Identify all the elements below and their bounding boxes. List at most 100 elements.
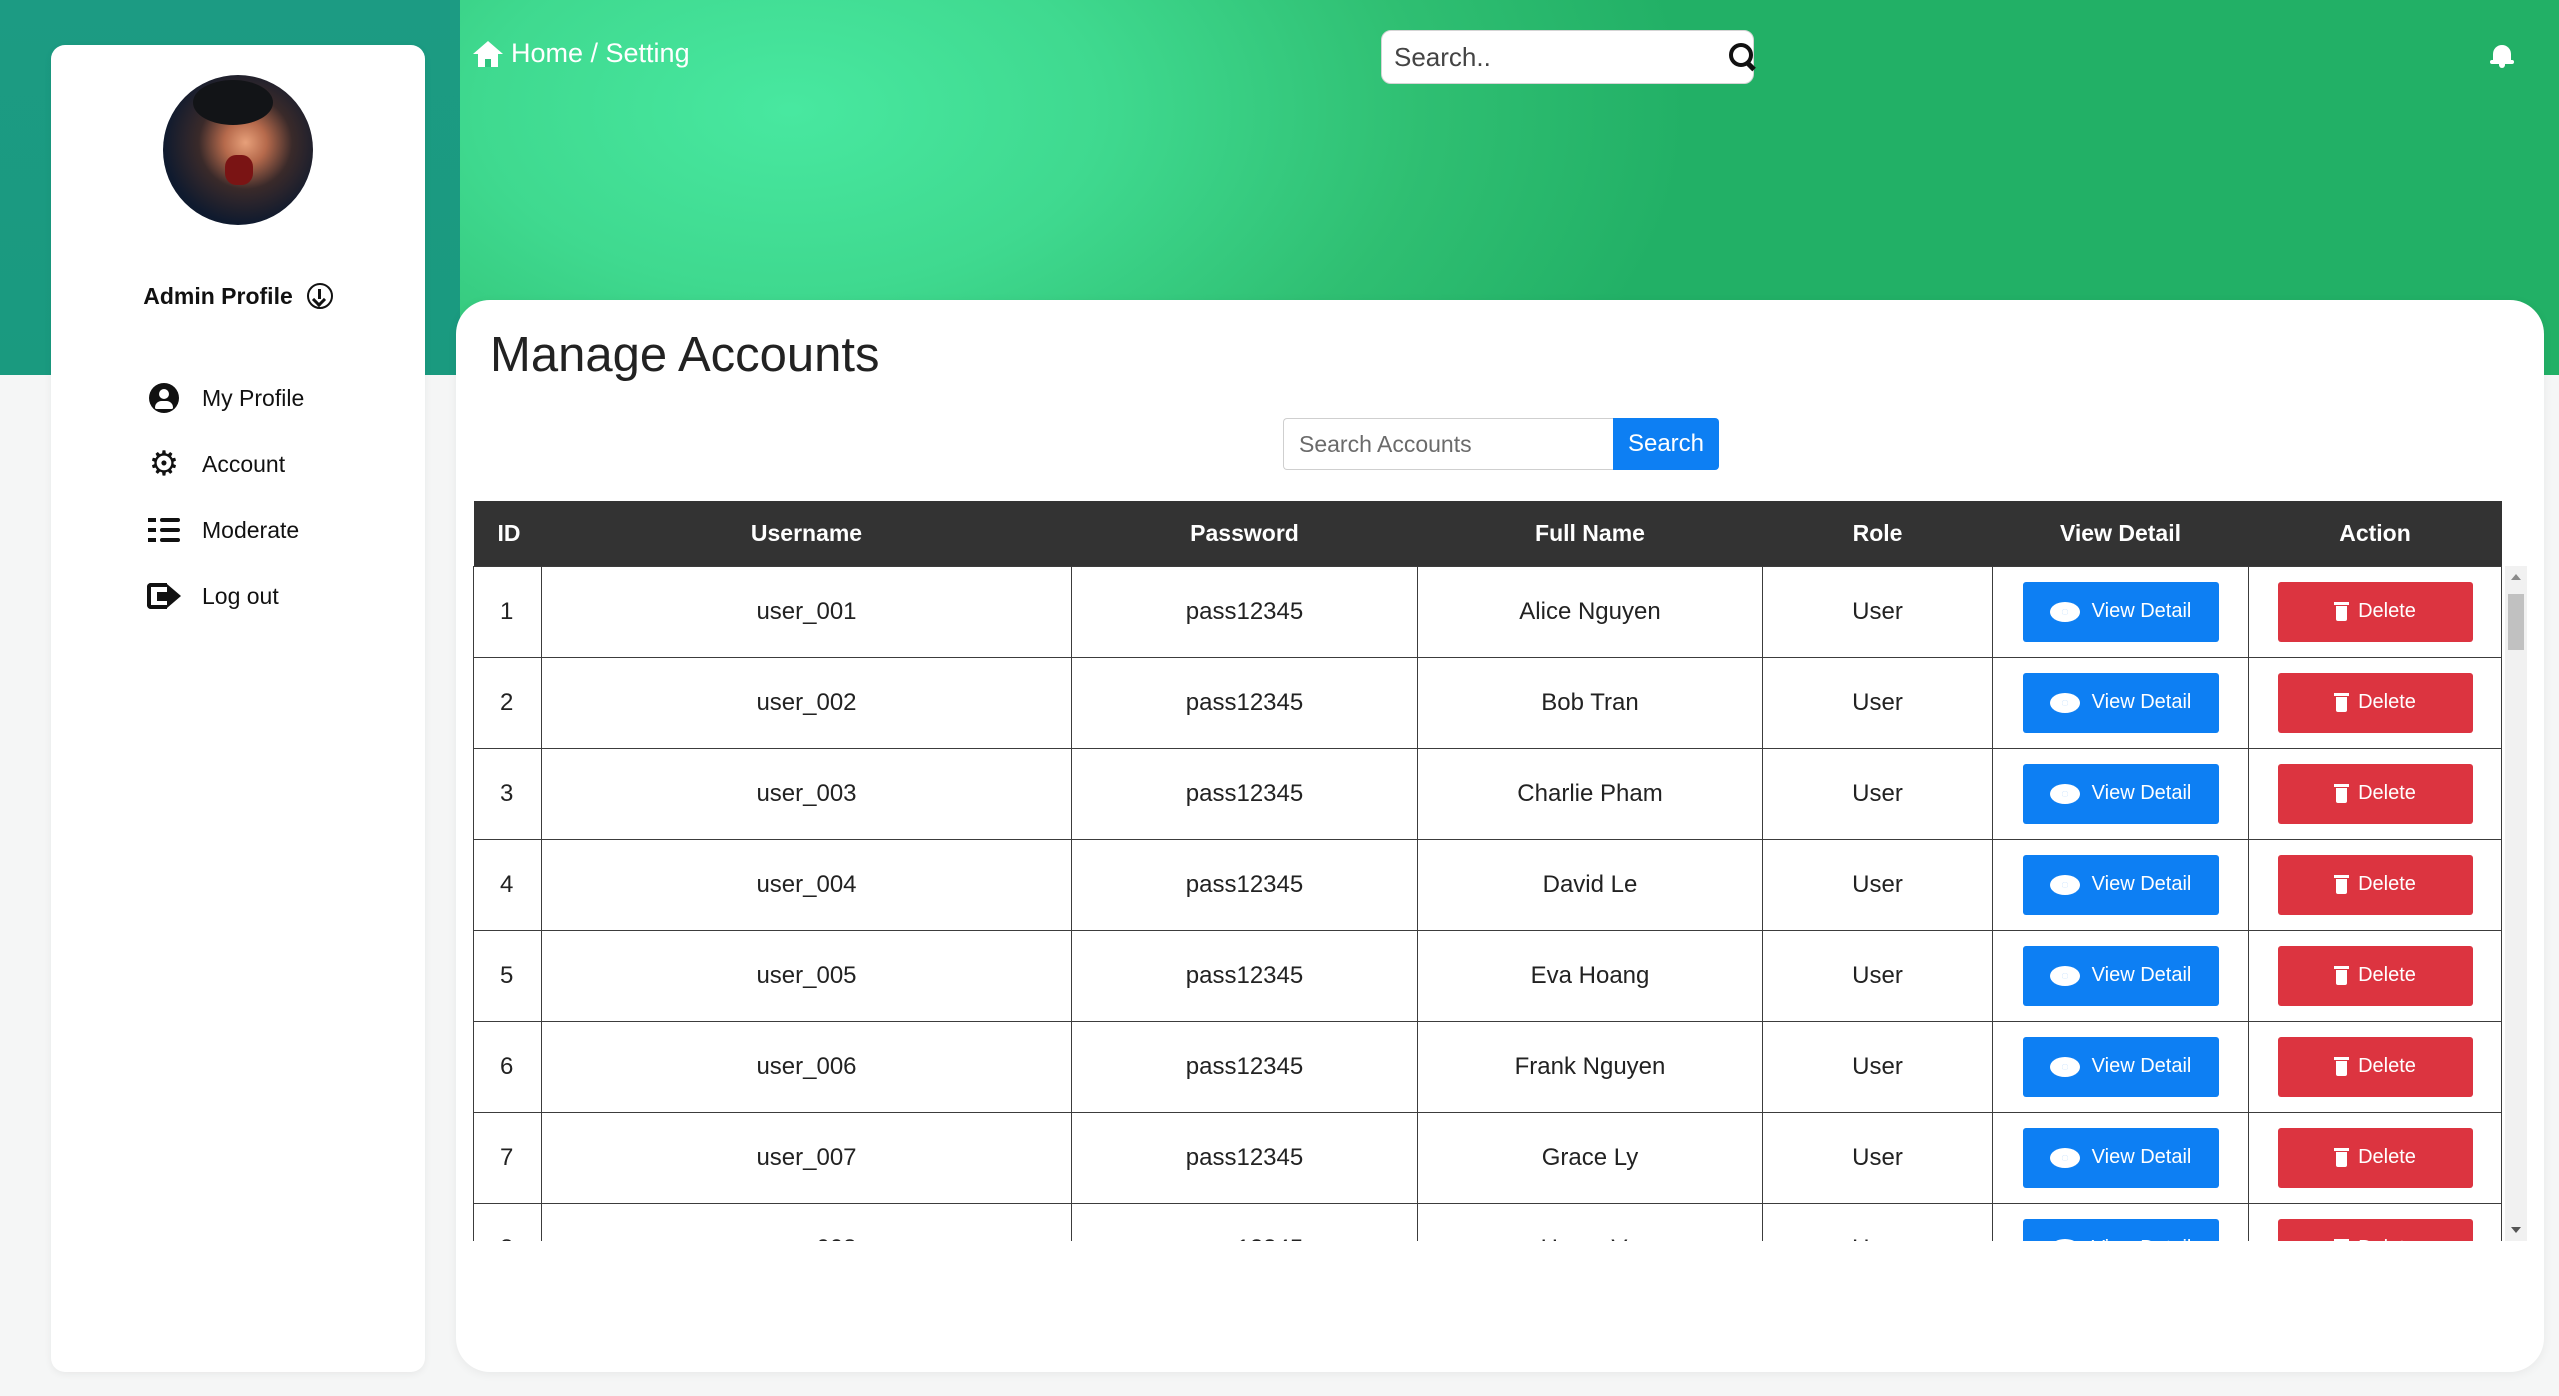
arrow-down-circle-icon[interactable] [306, 283, 333, 309]
delete-label: Delete [2358, 873, 2416, 895]
cell-action: Delete [2248, 747, 2502, 840]
cell-full-name: Eva Hoang [1417, 929, 1763, 1022]
sidebar-item-label: Account [202, 450, 286, 477]
table-row: 2 user_002 pass12345 Bob Tran User View Detai… [473, 656, 2502, 749]
view-detail-button[interactable]: View Detail [2022, 672, 2219, 733]
delete-label: Delete [2358, 1055, 2416, 1077]
cell-username: user_008 [541, 1202, 1072, 1241]
top-search-input[interactable] [1394, 41, 1729, 73]
sidebar-item-my-profile[interactable]: My Profile [146, 365, 304, 431]
delete-button[interactable]: Delete [2277, 581, 2473, 642]
breadcrumb-text[interactable]: Home / Setting [511, 38, 690, 69]
cell-username: user_001 [541, 565, 1072, 658]
logout-icon [146, 578, 182, 614]
view-detail-label: View Detail [2091, 964, 2192, 986]
cell-view-detail: View Detail [1992, 656, 2249, 749]
cell-password: pass12345 [1071, 929, 1418, 1022]
cell-username: user_003 [541, 747, 1072, 840]
search-icon[interactable] [1729, 43, 1753, 71]
breadcrumb: Home / Setting [473, 38, 690, 69]
cell-username: user_004 [541, 838, 1072, 931]
avatar[interactable] [163, 75, 313, 225]
trash-icon [2334, 1239, 2350, 1241]
view-detail-button[interactable]: View Detail [2022, 581, 2219, 642]
account-search-button[interactable]: Search [1613, 418, 1719, 470]
delete-label: Delete [2358, 691, 2416, 713]
trash-icon [2334, 693, 2350, 712]
cell-id: 5 [473, 929, 542, 1022]
table-scrollbar[interactable] [2505, 566, 2527, 1241]
eye-icon [2049, 1238, 2080, 1241]
cell-role: User [1762, 1111, 1993, 1204]
trash-icon [2334, 602, 2350, 621]
eye-icon [2049, 874, 2080, 895]
column-header: Password [1071, 501, 1418, 566]
view-detail-label: View Detail [2091, 782, 2192, 804]
column-header: View Detail [1992, 501, 2249, 566]
sidebar-item-logout[interactable]: Log out [146, 563, 304, 629]
delete-button[interactable]: Delete [2277, 672, 2473, 733]
view-detail-label: View Detail [2091, 1146, 2192, 1168]
scroll-down-icon[interactable] [2511, 1227, 2521, 1233]
sidebar-item-label: Log out [202, 582, 279, 609]
cell-view-detail: View Detail [1992, 747, 2249, 840]
sidebar-menu: My Profile ⚙ Account Moderate Log out [146, 365, 304, 629]
cell-password: pass12345 [1071, 565, 1418, 658]
scrollbar-thumb[interactable] [2508, 594, 2524, 650]
cell-role: User [1762, 1020, 1993, 1113]
trash-icon [2334, 1057, 2350, 1076]
bell-icon[interactable] [2489, 43, 2515, 69]
cell-action: Delete [2248, 565, 2502, 658]
view-detail-button[interactable]: View Detail [2022, 1127, 2219, 1188]
cell-username: user_005 [541, 929, 1072, 1022]
cell-view-detail: View Detail [1992, 1111, 2249, 1204]
view-detail-button[interactable]: View Detail [2022, 1036, 2219, 1097]
delete-label: Delete [2358, 782, 2416, 804]
table-header-row: ID Username Password Full Name Role View… [473, 501, 2502, 566]
view-detail-label: View Detail [2091, 600, 2192, 622]
delete-button[interactable]: Delete [2277, 763, 2473, 824]
delete-button[interactable]: Delete [2277, 1218, 2473, 1241]
cell-username: user_002 [541, 656, 1072, 749]
delete-button[interactable]: Delete [2277, 1127, 2473, 1188]
cell-role: User [1762, 838, 1993, 931]
view-detail-label: View Detail [2092, 1237, 2192, 1241]
sidebar-item-moderate[interactable]: Moderate [146, 497, 304, 563]
cell-view-detail: View Detail [1992, 929, 2249, 1022]
cell-role: User [1762, 656, 1993, 749]
profile-name-label: Admin Profile [143, 283, 293, 309]
sidebar-item-label: My Profile [202, 384, 305, 411]
cell-id: 8 [473, 1202, 542, 1241]
delete-button[interactable]: Delete [2277, 945, 2473, 1006]
view-detail-button[interactable]: View Detail [2022, 763, 2219, 824]
cell-action: Delete [2248, 656, 2502, 749]
cell-password: pass12345 [1071, 1020, 1418, 1113]
sidebar-item-account[interactable]: ⚙ Account [146, 431, 304, 497]
view-detail-button[interactable]: View Detail [2022, 1218, 2219, 1241]
profile-name[interactable]: Admin Profile [51, 283, 425, 310]
cell-action: Delete [2248, 929, 2502, 1022]
cell-view-detail: View Detail [1992, 1020, 2249, 1113]
cell-password: pass12345 [1071, 1111, 1418, 1204]
cell-full-name: Charlie Pham [1417, 747, 1763, 840]
delete-button[interactable]: Delete [2277, 854, 2473, 915]
trash-icon [2334, 875, 2350, 894]
cell-view-detail: View Detail [1992, 1202, 2249, 1241]
eye-icon [2049, 1056, 2080, 1077]
home-icon[interactable] [473, 40, 503, 67]
view-detail-button[interactable]: View Detail [2022, 945, 2219, 1006]
cell-id: 3 [473, 747, 542, 840]
eye-icon [2049, 1147, 2080, 1168]
eye-icon [2049, 601, 2080, 622]
view-detail-label: View Detail [2091, 1055, 2192, 1077]
table-row: 4 user_004 pass12345 David Le User View Detai… [473, 838, 2502, 931]
table-row: 8user_008pass12345Henry VoUser View Detai… [473, 1202, 2502, 1241]
cell-full-name: Frank Nguyen [1417, 1020, 1763, 1113]
main-panel: Manage Accounts Search ID Username Passw… [456, 300, 2544, 1372]
account-search-input[interactable] [1283, 418, 1613, 470]
scroll-up-icon[interactable] [2511, 574, 2521, 580]
sidebar: Admin Profile My Profile ⚙ Account Moder… [51, 45, 425, 1372]
delete-button[interactable]: Delete [2277, 1036, 2473, 1097]
view-detail-button[interactable]: View Detail [2022, 854, 2219, 915]
column-header: Username [541, 501, 1072, 566]
